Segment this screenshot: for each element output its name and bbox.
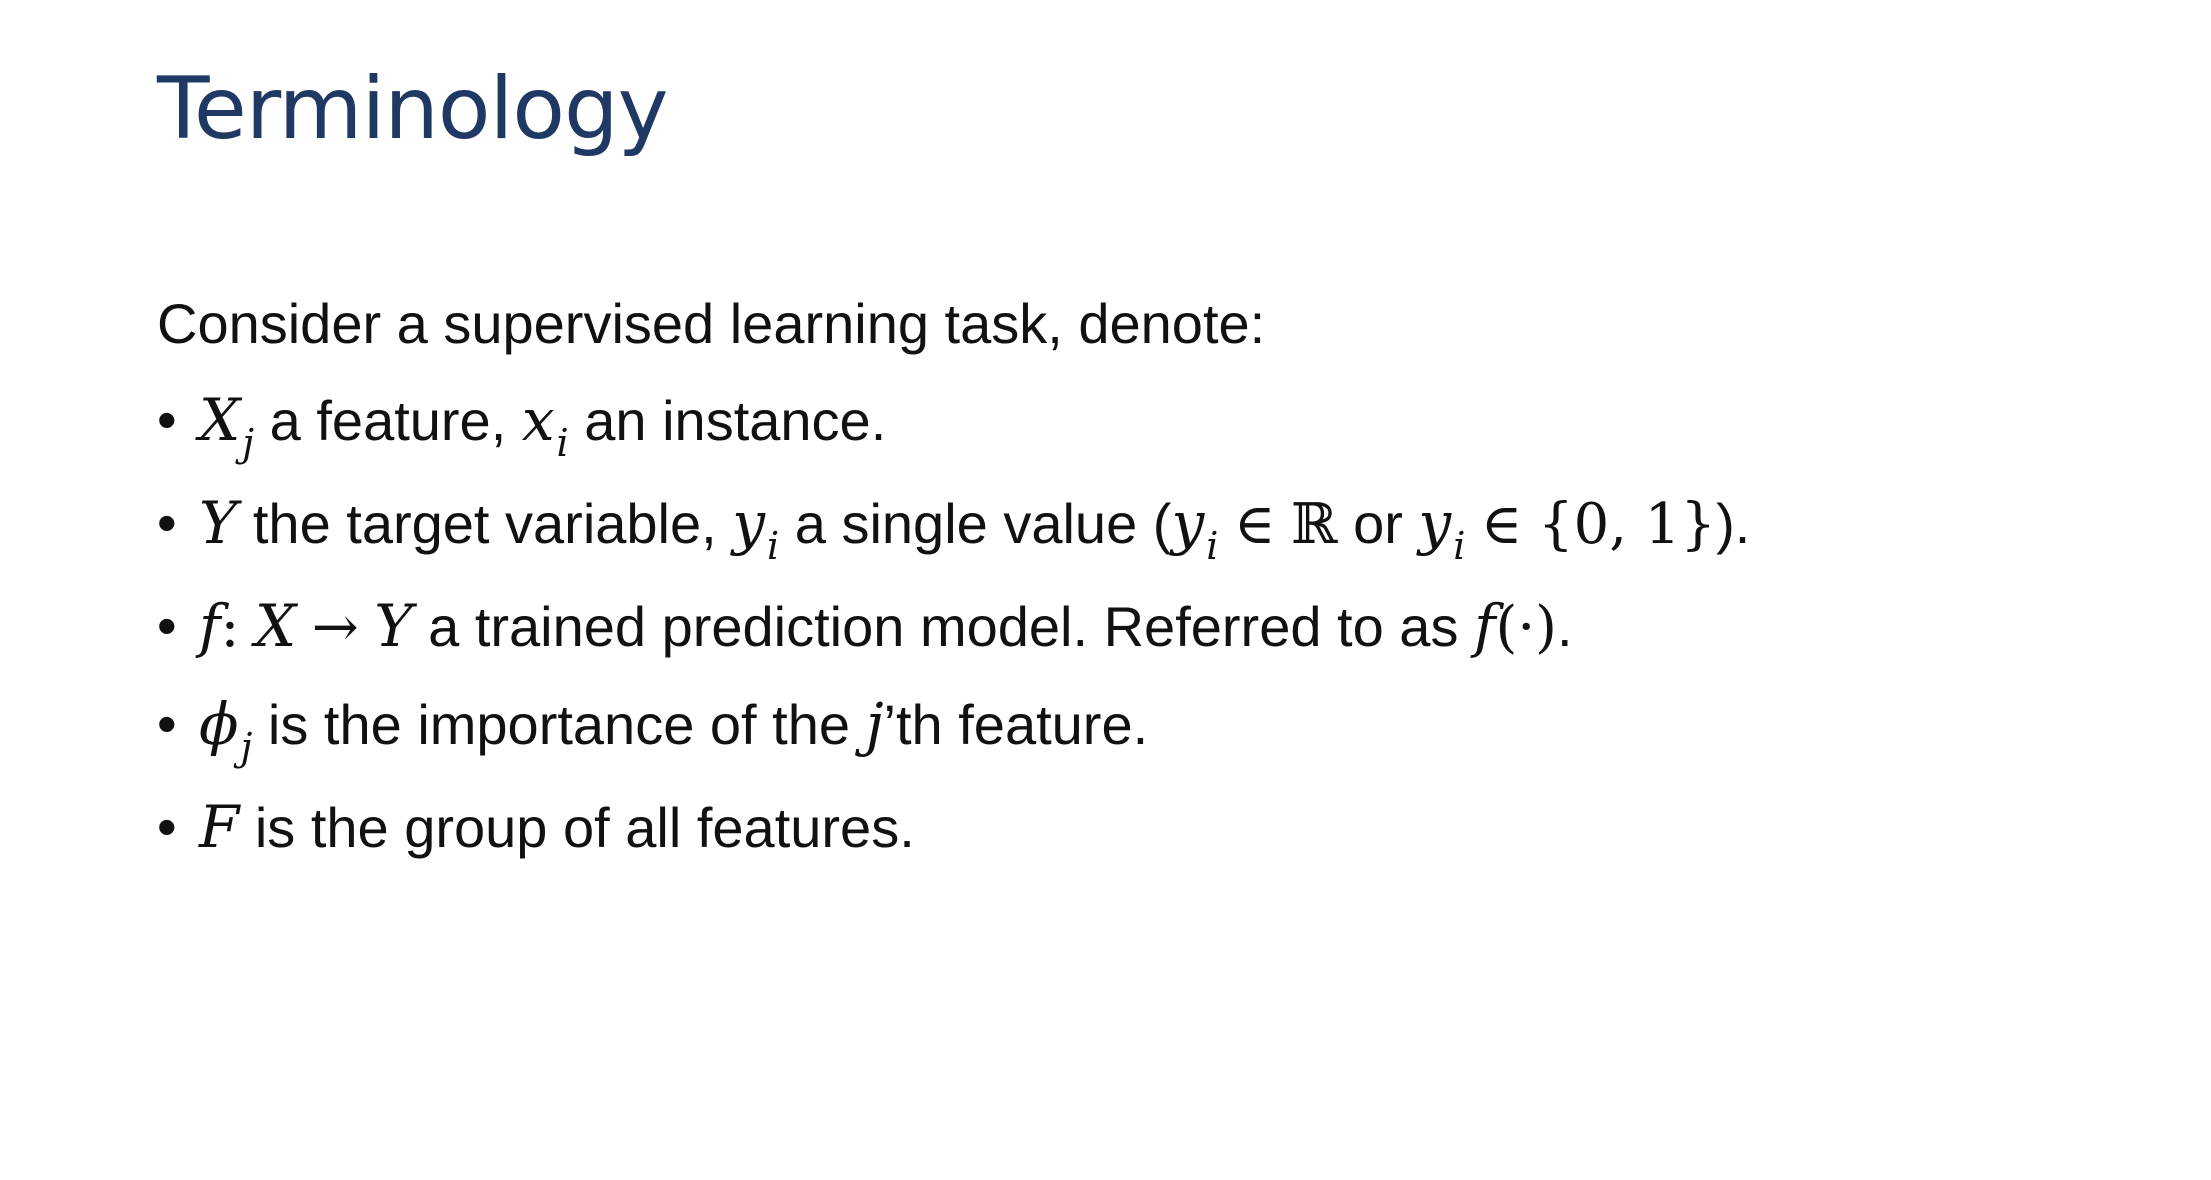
math-X: X	[199, 386, 241, 454]
math-sub-i: i	[1453, 524, 1466, 568]
bullet-dot: •	[157, 594, 177, 657]
text: a single value (	[794, 492, 1172, 555]
math-sub-j: j	[240, 725, 253, 769]
math-F: F	[199, 793, 240, 861]
bullet-prediction-model: • f: X → Y a trained prediction model. R…	[157, 578, 2107, 676]
math-arrow: →	[311, 595, 359, 660]
math-element-of: ∈	[1233, 492, 1276, 557]
text: ).	[1716, 492, 1751, 555]
bullet-feature-instance: • Xj a feature, xi an instance.	[157, 372, 2107, 475]
math-dot-arg: (·)	[1495, 595, 1557, 660]
text: ’th feature.	[883, 693, 1149, 756]
math-y: y	[1171, 489, 1205, 557]
math-x: x	[521, 386, 555, 454]
math-Y: Y	[199, 489, 238, 557]
math-y: y	[732, 489, 766, 557]
bullet-dot: •	[157, 692, 177, 755]
bullet-dot: •	[157, 795, 177, 858]
text: the target variable,	[252, 492, 717, 555]
bullet-dot: •	[157, 388, 177, 451]
bullet-dot: •	[157, 491, 177, 554]
math-element-of: ∈	[1480, 492, 1523, 557]
bullet-list: • Xj a feature, xi an instance. • Y the …	[157, 372, 2107, 876]
bullet-target-variable: • Y the target variable, yi a single val…	[157, 475, 2107, 578]
slide-body: Consider a supervised learning task, den…	[157, 276, 2107, 876]
math-j: j	[865, 690, 884, 758]
math-y: y	[1418, 489, 1452, 557]
text: or	[1353, 492, 1403, 555]
bullet-feature-importance: • ϕj is the importance of the j’th featu…	[157, 676, 2107, 779]
math-binary-set: {0, 1}	[1537, 492, 1717, 557]
math-X: X	[254, 592, 297, 660]
math-phi: ϕ	[199, 690, 239, 758]
text: .	[1556, 595, 1573, 658]
math-sub-i: i	[767, 524, 780, 568]
math-Y: Y	[374, 592, 413, 660]
math-f: f	[1474, 592, 1496, 660]
math-sub-j: j	[242, 421, 255, 465]
bullet-all-features: • F is the group of all features.	[157, 779, 2107, 876]
text: a feature,	[269, 389, 507, 452]
math-colon: :	[220, 595, 240, 660]
text: is the group of all features.	[254, 796, 915, 859]
slide: Terminology Consider a supervised learni…	[0, 0, 2211, 1180]
math-f: f	[199, 592, 221, 660]
math-reals: ℝ	[1290, 492, 1338, 557]
math-sub-i: i	[1206, 524, 1219, 568]
text: a trained prediction model. Referred to …	[428, 595, 1459, 658]
slide-title: Terminology	[157, 59, 668, 159]
text: an instance.	[584, 389, 887, 452]
intro-text: Consider a supervised learning task, den…	[157, 292, 1266, 355]
math-sub-i: i	[556, 421, 569, 465]
text: is the importance of the	[267, 693, 850, 756]
